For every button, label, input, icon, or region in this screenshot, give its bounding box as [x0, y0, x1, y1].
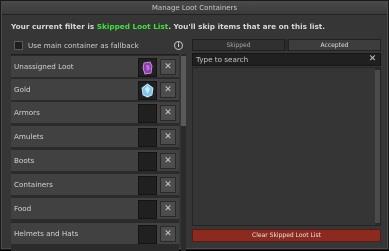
category-label: Amulets: [14, 132, 44, 141]
clear-container-button[interactable]: ✕: [160, 153, 176, 169]
search-box: ✕: [192, 53, 381, 66]
category-label: Food: [14, 204, 32, 213]
clear-search-icon[interactable]: ✕: [366, 54, 379, 65]
category-list: Unassigned Loot ✕ Gold ✕ Armors ✕ Amulet…: [11, 54, 179, 251]
item-results-panel: [192, 67, 381, 226]
filter-tabs: Skipped Accepted: [192, 39, 381, 51]
category-label: Gold: [14, 85, 31, 94]
category-label: Unassigned Loot: [14, 62, 74, 71]
tab-accepted[interactable]: Accepted: [288, 39, 381, 51]
container-slot[interactable]: [138, 176, 157, 195]
category-row[interactable]: Food ✕: [11, 198, 179, 220]
container-slot[interactable]: [138, 81, 157, 100]
manage-loot-window: Manage Loot Containers Your current filt…: [0, 0, 389, 251]
category-row[interactable]: Unassigned Loot ✕: [11, 56, 179, 78]
filter-info-prefix: Your current filter is: [11, 22, 97, 31]
category-row[interactable]: Amulets ✕: [11, 126, 179, 148]
tab-skipped[interactable]: Skipped: [192, 39, 285, 51]
filter-info-suffix: . You'll skip items that are on this lis…: [168, 22, 326, 31]
clear-container-button[interactable]: ✕: [160, 201, 176, 217]
filter-name: Skipped Loot List: [96, 22, 169, 31]
fallback-checkbox[interactable]: [14, 41, 23, 50]
clear-container-button[interactable]: ✕: [160, 226, 176, 242]
container-slot[interactable]: [138, 152, 157, 171]
fallback-option[interactable]: Use main container as fallback i: [11, 39, 186, 52]
fallback-label: Use main container as fallback: [28, 41, 139, 50]
container-slot[interactable]: [138, 128, 157, 147]
info-icon[interactable]: i: [174, 41, 183, 50]
search-input[interactable]: [193, 54, 365, 65]
clear-container-button[interactable]: ✕: [160, 105, 176, 121]
category-row[interactable]: Helmets and Hats ✕: [11, 223, 179, 245]
purple-bag-icon: [142, 61, 153, 75]
category-row[interactable]: Armors ✕: [11, 102, 179, 124]
category-label: Helmets and Hats: [14, 229, 79, 238]
clear-container-button[interactable]: ✕: [160, 82, 176, 98]
window-title: Manage Loot Containers: [2, 2, 387, 15]
blue-crystal-icon: [141, 83, 154, 98]
category-scrollbar-thumb[interactable]: [181, 56, 186, 126]
category-scrollbar[interactable]: [181, 54, 186, 251]
clear-container-button[interactable]: ✕: [160, 129, 176, 145]
category-row[interactable]: Containers ✕: [11, 174, 179, 196]
container-slot[interactable]: [138, 58, 157, 77]
results-scrollbar-thumb[interactable]: [375, 70, 380, 223]
category-label: Boots: [14, 156, 35, 165]
clear-list-button[interactable]: Clear Skipped Loot List: [192, 229, 381, 242]
category-row[interactable]: Gold ✕: [11, 79, 179, 101]
category-row[interactable]: Boots ✕: [11, 150, 179, 172]
results-scrollbar[interactable]: [375, 68, 380, 225]
filter-info-text: Your current filter is Skipped Loot List…: [11, 22, 381, 31]
clear-container-button[interactable]: ✕: [160, 59, 176, 75]
clear-container-button[interactable]: ✕: [160, 177, 176, 193]
container-slot[interactable]: [138, 225, 157, 244]
container-slot[interactable]: [138, 200, 157, 219]
category-label: Containers: [14, 180, 53, 189]
container-slot[interactable]: [138, 104, 157, 123]
category-label: Armors: [14, 108, 40, 117]
